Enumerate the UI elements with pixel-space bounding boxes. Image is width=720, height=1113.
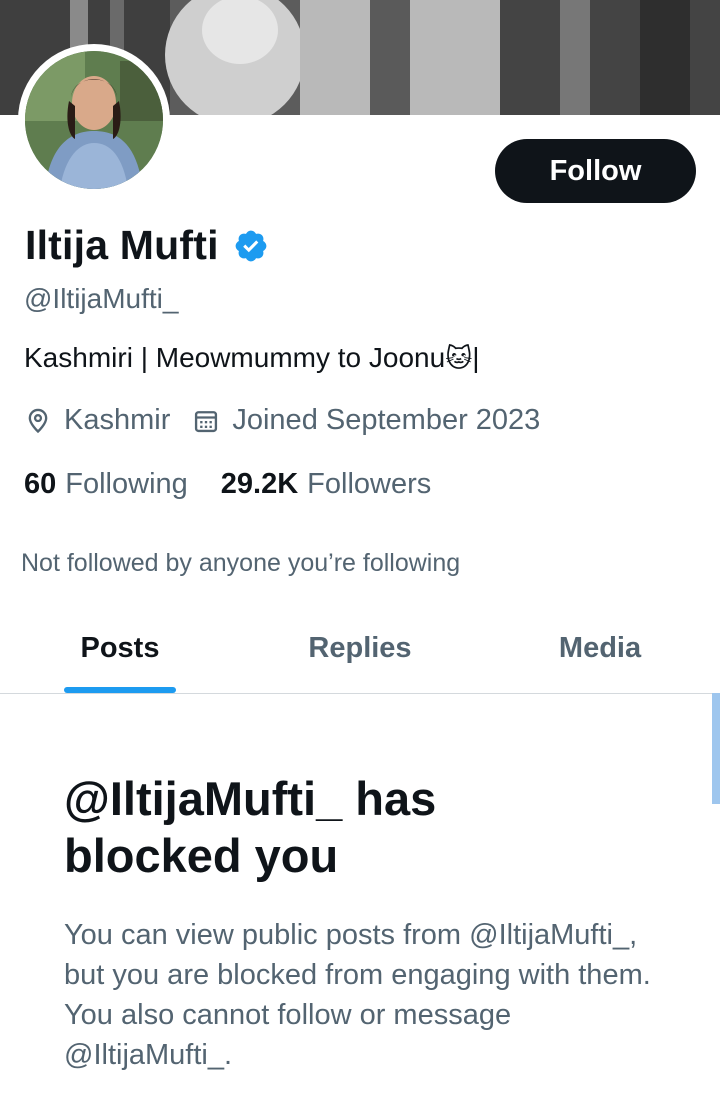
location: Kashmir bbox=[24, 404, 170, 437]
followers-label: Followers bbox=[307, 468, 432, 500]
tab-posts[interactable]: Posts bbox=[0, 604, 240, 693]
profile-meta: Kashmir Joined September 2023 bbox=[24, 404, 540, 437]
bio-tail: | bbox=[472, 342, 480, 373]
blocked-title: @IltijaMufti_ has blocked you bbox=[64, 772, 437, 882]
profile-name-row: Iltija Mufti bbox=[25, 222, 269, 269]
calendar-icon bbox=[192, 407, 220, 435]
location-pin-icon bbox=[24, 407, 52, 435]
cat-emoji: 🐱 bbox=[445, 343, 473, 373]
following-count: 60 bbox=[24, 468, 57, 500]
verified-badge-icon[interactable] bbox=[233, 228, 269, 264]
active-tab-indicator bbox=[64, 687, 176, 693]
avatar[interactable] bbox=[25, 51, 163, 189]
follow-button[interactable]: Follow bbox=[495, 139, 696, 203]
following-label: Following bbox=[65, 468, 188, 500]
scrollbar[interactable] bbox=[712, 693, 720, 804]
join-date-text: Joined September 2023 bbox=[232, 404, 541, 436]
tab-replies[interactable]: Replies bbox=[240, 604, 480, 693]
avatar-photo bbox=[25, 51, 163, 189]
following-link[interactable]: 60 Following bbox=[24, 468, 188, 501]
location-text: Kashmir bbox=[64, 404, 171, 436]
tab-media[interactable]: Media bbox=[480, 604, 720, 693]
bio-text: Kashmiri | Meowmummy to Joonu bbox=[24, 342, 446, 373]
profile-bio: Kashmiri | Meowmummy to Joonu🐱| bbox=[24, 342, 480, 374]
avatar-container[interactable] bbox=[18, 44, 170, 196]
blocked-message: You can view public posts from @IltijaMu… bbox=[64, 919, 651, 1071]
mutuals-note: Not followed by anyone you’re following bbox=[21, 549, 461, 577]
profile-tabs: Posts Replies Media bbox=[0, 604, 720, 694]
followers-link[interactable]: 29.2K Followers bbox=[221, 468, 431, 501]
followers-count: 29.2K bbox=[220, 468, 299, 500]
join-date: Joined September 2023 bbox=[192, 404, 540, 437]
display-name: Iltija Mufti bbox=[25, 222, 219, 268]
follow-stats: 60 Following 29.2K Followers bbox=[24, 468, 431, 501]
profile-handle: @IltijaMufti_ bbox=[24, 283, 179, 314]
